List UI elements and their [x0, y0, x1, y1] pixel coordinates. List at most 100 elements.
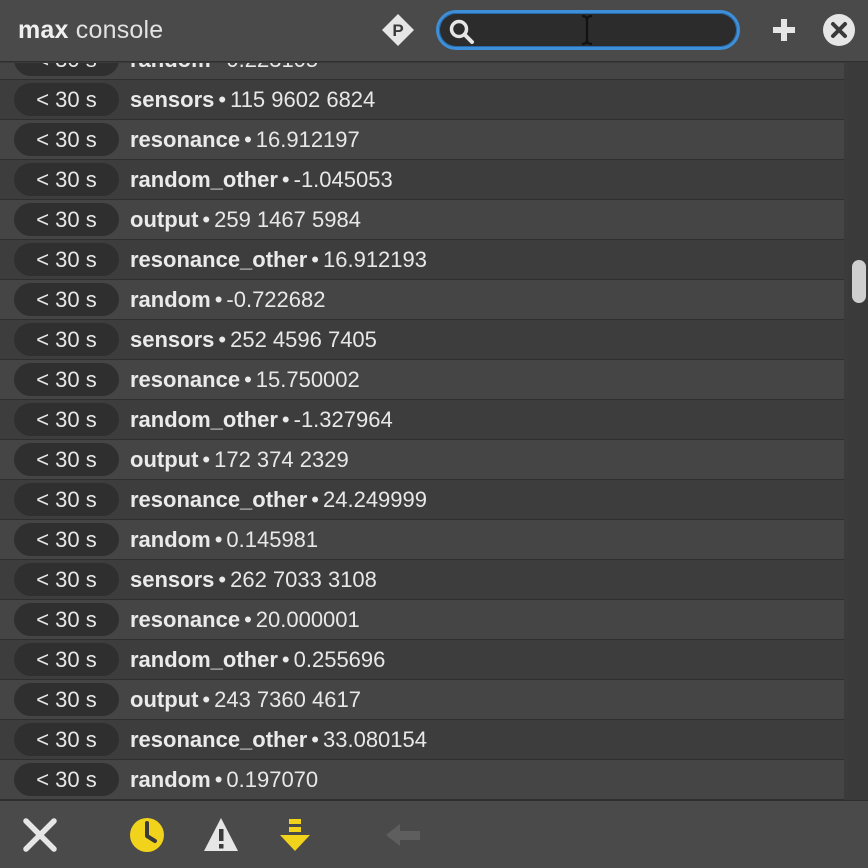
log-row[interactable]: < 30 s random • -0.722682: [0, 280, 844, 320]
log-row[interactable]: < 30 s resonance • 20.000001: [0, 600, 844, 640]
entry-value: 20.000001: [255, 607, 360, 632]
log-row[interactable]: < 30 s random • 0.145981: [0, 520, 844, 560]
entry-name: output: [130, 207, 199, 232]
log-row[interactable]: < 30 s resonance • 16.912197: [0, 120, 844, 160]
log-row[interactable]: < 30 s random •0.223105: [0, 63, 844, 80]
entry-value: 15.750002: [255, 367, 360, 392]
log-entry: random_other • -1.045053: [130, 167, 393, 195]
entry-name: sensors: [130, 567, 215, 592]
timestamp-toggle-button[interactable]: [128, 815, 168, 855]
time-badge: < 30 s: [14, 723, 119, 756]
window-title: max console: [18, 16, 163, 45]
log-entry: random •0.223105: [130, 63, 318, 75]
p-button[interactable]: P: [380, 12, 416, 48]
log-row[interactable]: < 30 s sensors • 115 9602 6824: [0, 80, 844, 120]
autoscroll-button[interactable]: [276, 815, 316, 855]
time-badge: < 30 s: [14, 563, 119, 596]
clear-x-icon: [23, 818, 57, 852]
plus-icon: [773, 19, 795, 41]
log-entry: output • 172 374 2329: [130, 447, 349, 475]
entry-value: 0.197070: [226, 767, 319, 792]
entry-value: -0.722682: [226, 287, 326, 312]
log-entry: resonance • 20.000001: [130, 607, 360, 635]
entry-separator: •: [202, 687, 211, 712]
log-entry: resonance_other • 16.912193: [130, 247, 427, 275]
entry-separator: •: [214, 287, 223, 312]
log-row[interactable]: < 30 s resonance • 15.750002: [0, 360, 844, 400]
back-button[interactable]: [384, 815, 424, 855]
entry-separator: •: [215, 63, 223, 72]
entry-separator: •: [311, 247, 319, 272]
time-badge: < 30 s: [14, 523, 119, 556]
entry-value: 0.255696: [293, 647, 386, 672]
entry-separator: •: [281, 407, 290, 432]
log-row[interactable]: < 30 s random_other • -1.045053: [0, 160, 844, 200]
entry-name: resonance_other: [130, 487, 308, 512]
time-badge: < 30 s: [14, 403, 119, 436]
entry-name: sensors: [130, 327, 215, 352]
entry-name: random: [130, 63, 211, 72]
entry-value: 16.912197: [255, 127, 360, 152]
log-row[interactable]: < 30 s output • 259 1467 5984: [0, 200, 844, 240]
search-input[interactable]: [483, 17, 733, 45]
log-row[interactable]: < 30 s random_other • -1.327964: [0, 400, 844, 440]
entry-separator: •: [244, 367, 252, 392]
entry-value: 243 7360 4617: [214, 687, 361, 712]
close-button[interactable]: [822, 13, 856, 47]
p-button-label: P: [392, 21, 403, 40]
add-button[interactable]: [768, 12, 800, 48]
entry-name: random: [130, 287, 211, 312]
time-badge: < 30 s: [14, 763, 119, 796]
log-rows: < 30 srandom•0.223105< 30 ssensors•115 9…: [0, 63, 848, 800]
warning-icon: [204, 818, 238, 851]
entry-name: random_other: [130, 407, 278, 432]
entry-value: 16.912193: [323, 247, 427, 272]
scrollbar-track[interactable]: [848, 63, 868, 800]
entry-separator: •: [214, 767, 223, 792]
entry-name: resonance: [130, 127, 241, 152]
time-badge: < 30 s: [14, 603, 119, 636]
time-badge: < 30 s: [14, 203, 119, 236]
title-bold: max: [18, 16, 69, 44]
entry-value: 252 4596 7405: [230, 327, 377, 352]
log-row[interactable]: < 30 s random_other • 0.255696: [0, 640, 844, 680]
entry-separator: •: [311, 487, 319, 512]
entry-separator: •: [281, 167, 290, 192]
time-badge: < 30 s: [14, 123, 119, 156]
entry-name: resonance: [130, 367, 241, 392]
log-row[interactable]: < 30 s random • 0.197070: [0, 760, 844, 800]
entry-separator: •: [214, 527, 223, 552]
log-entry: sensors • 115 9602 6824: [130, 87, 375, 115]
log-entry: random • 0.197070: [130, 767, 318, 795]
log-row[interactable]: < 30 s output • 172 374 2329: [0, 440, 844, 480]
entry-separator: •: [218, 567, 227, 592]
clear-button[interactable]: [20, 815, 60, 855]
console-log[interactable]: < 30 srandom•0.223105< 30 ssensors•115 9…: [0, 63, 848, 800]
search-field[interactable]: [436, 10, 740, 50]
log-row[interactable]: < 30 s resonance_other • 24.249999: [0, 480, 844, 520]
log-row[interactable]: < 30 s output • 243 7360 4617: [0, 680, 844, 720]
entry-value: 33.080154: [323, 727, 427, 752]
log-row[interactable]: < 30 s resonance_other • 16.912193: [0, 240, 844, 280]
time-badge: < 30 s: [14, 283, 119, 316]
entry-value: 259 1467 5984: [214, 207, 361, 232]
log-row[interactable]: < 30 s sensors • 262 7033 3108: [0, 560, 844, 600]
entry-separator: •: [202, 207, 211, 232]
log-entry: random • -0.722682: [130, 287, 325, 315]
time-badge: < 30 s: [14, 163, 119, 196]
time-badge: < 30 s: [14, 323, 119, 356]
log-entry: random • 0.145981: [130, 527, 318, 555]
time-badge: < 30 s: [14, 83, 119, 116]
log-row[interactable]: < 30 s sensors • 252 4596 7405: [0, 320, 844, 360]
entry-name: resonance_other: [130, 727, 308, 752]
header-bar: max console P: [0, 0, 868, 62]
warnings-filter-button[interactable]: [202, 815, 242, 855]
scrollbar-thumb[interactable]: [852, 260, 866, 303]
entry-separator: •: [202, 447, 211, 472]
entry-value: -1.327964: [293, 407, 393, 432]
entry-separator: •: [218, 87, 227, 112]
time-badge: < 30 s: [14, 63, 119, 76]
log-row[interactable]: < 30 s resonance_other • 33.080154: [0, 720, 844, 760]
clock-icon: [130, 818, 164, 852]
search-icon: [449, 19, 474, 44]
